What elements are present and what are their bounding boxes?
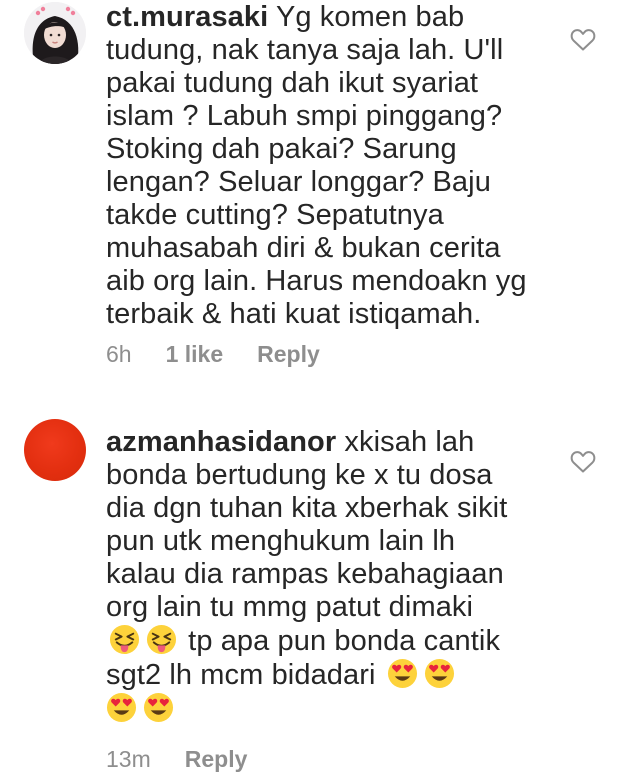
- heart-eyes-emoji-icon: [424, 658, 455, 689]
- heart-outline-icon[interactable]: [570, 28, 596, 52]
- reply-button[interactable]: Reply: [257, 341, 320, 368]
- comment-username[interactable]: ct.murasaki: [106, 1, 268, 33]
- comment-body: ct.murasaki Yg komen bab tudung, nak tan…: [106, 1, 561, 331]
- comment-meta: 13m Reply: [106, 746, 247, 773]
- comment-timestamp: 6h: [106, 341, 132, 367]
- comment-text: Yg komen bab tudung, nak tanya saja lah.…: [106, 1, 527, 330]
- comment-username[interactable]: azmanhasidanor: [106, 426, 336, 458]
- squinting-tongue-emoji-icon: [146, 624, 177, 655]
- reply-button[interactable]: Reply: [185, 746, 248, 773]
- squinting-tongue-emoji-icon: [109, 624, 140, 655]
- avatar[interactable]: [24, 419, 86, 481]
- heart-outline-icon[interactable]: [570, 450, 596, 474]
- comment-timestamp: 13m: [106, 746, 151, 772]
- comment-item: ct.murasaki Yg komen bab tudung, nak tan…: [0, 0, 640, 390]
- heart-eyes-emoji-icon: [387, 658, 418, 689]
- profile-photo-icon: [24, 2, 86, 64]
- avatar[interactable]: [24, 2, 86, 64]
- heart-eyes-emoji-icon: [106, 692, 137, 723]
- comment-item: azmanhasidanor xkisah lah bonda bertudun…: [0, 405, 640, 773]
- comment-body: azmanhasidanor xkisah lah bonda bertudun…: [106, 426, 561, 726]
- like-count[interactable]: 1 like: [166, 341, 224, 368]
- heart-eyes-emoji-icon: [143, 692, 174, 723]
- comment-meta: 6h 1 like Reply: [106, 341, 320, 368]
